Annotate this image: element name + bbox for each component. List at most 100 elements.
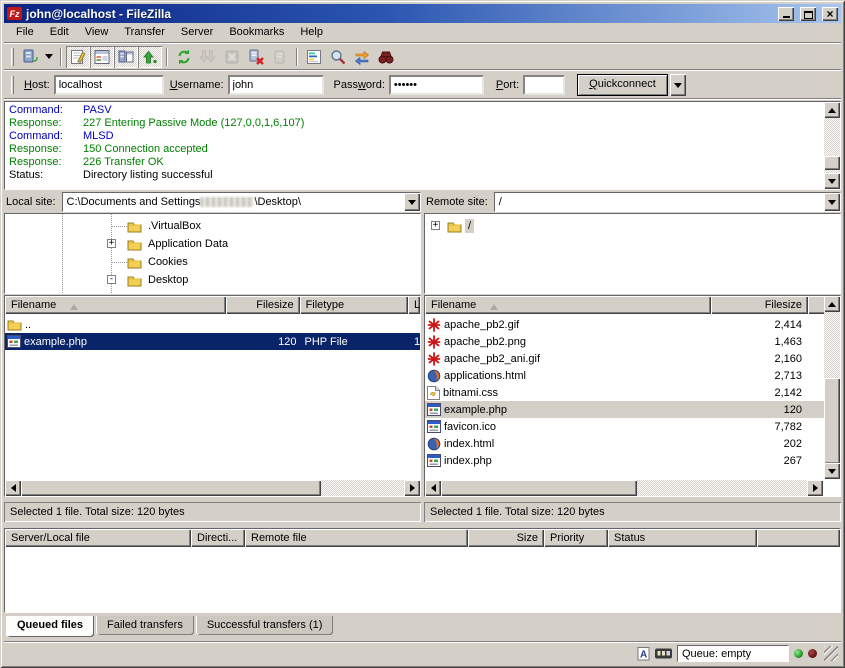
host-input[interactable] — [54, 75, 164, 95]
column-header-filesize[interactable]: Filesize — [711, 296, 808, 314]
toolbar-cancel-button[interactable] — [220, 46, 244, 68]
local-site-combobox[interactable]: C:\Documents and Settings\Desktop\ — [62, 192, 421, 212]
menu-transfer[interactable]: Transfer — [116, 24, 173, 41]
local-directory-tree[interactable]: .VirtualBox+Application DataCookies-Desk… — [4, 213, 421, 294]
menu-file[interactable]: File — [8, 24, 42, 41]
file-row-example-php[interactable]: example.php120PHP File1 — [5, 333, 420, 350]
toolbar-toggle-remote-tree-button[interactable] — [114, 46, 138, 68]
tree-item-virtualbox[interactable]: .VirtualBox — [5, 217, 420, 235]
toolbar-process-queue-button[interactable] — [196, 46, 220, 68]
tab-successful-transfers-1[interactable]: Successful transfers (1) — [196, 616, 334, 635]
maximize-button[interactable] — [800, 7, 816, 21]
scroll-down-button[interactable] — [824, 463, 840, 479]
file-row-example-php[interactable]: example.php120 — [425, 401, 824, 418]
expand-icon[interactable]: + — [107, 239, 116, 248]
speed-limits-icon[interactable] — [655, 648, 672, 659]
queue-body[interactable] — [5, 547, 840, 612]
toolbar-compare-button[interactable] — [326, 46, 350, 68]
log-scrollbar[interactable] — [824, 102, 840, 189]
tree-item-root[interactable]: +/ — [425, 217, 840, 235]
local-file-list[interactable]: FilenameFilesizeFiletypeL ..example.php1… — [4, 295, 421, 497]
remote-list-body[interactable]: apache_pb2.gif2,414apache_pb2.png1,463ap… — [425, 314, 824, 479]
toolbar-sync-browsing-button[interactable] — [350, 46, 374, 68]
expand-icon[interactable]: + — [431, 221, 440, 230]
menu-help[interactable]: Help — [292, 24, 331, 41]
scroll-thumb[interactable] — [441, 480, 637, 496]
file-row-applications-html[interactable]: applications.html2,713 — [425, 367, 824, 384]
local-site-dropdown-button[interactable] — [404, 193, 420, 211]
menu-edit[interactable]: Edit — [42, 24, 77, 41]
menu-bookmarks[interactable]: Bookmarks — [221, 24, 292, 41]
scroll-right-button[interactable] — [807, 480, 823, 496]
toolbar-toggle-queue-button[interactable] — [138, 46, 162, 68]
scroll-thumb[interactable] — [824, 156, 840, 170]
file-row-bitnami-css[interactable]: bitnami.css2,142 — [425, 384, 824, 401]
column-header-filesize[interactable]: Filesize — [226, 296, 300, 314]
port-input[interactable] — [523, 75, 565, 95]
toolbar-grip[interactable] — [11, 48, 14, 66]
password-input[interactable] — [389, 75, 484, 95]
transfer-type-icon[interactable]: A — [637, 646, 650, 661]
local-list-body[interactable]: ..example.php120PHP File1 — [5, 314, 420, 479]
scroll-left-button[interactable] — [5, 480, 21, 496]
column-header-server-local-file[interactable]: Server/Local file — [5, 529, 191, 547]
scroll-thumb[interactable] — [21, 480, 321, 496]
column-header-directi[interactable]: Directi... — [191, 529, 245, 547]
file-row-favicon-ico[interactable]: favicon.ico7,782 — [425, 418, 824, 435]
collapse-icon[interactable]: - — [107, 275, 116, 284]
tree-item-application-data[interactable]: +Application Data — [5, 235, 420, 253]
toolbar-find-files-button[interactable] — [374, 46, 398, 68]
file-row-index-php[interactable]: index.php267 — [425, 452, 824, 469]
column-header-remote-file[interactable]: Remote file — [245, 529, 468, 547]
remote-list-vscrollbar[interactable] — [824, 296, 840, 479]
column-header-filetype[interactable]: Filetype — [300, 296, 408, 314]
minimize-button[interactable] — [778, 7, 794, 21]
quickconnect-dropdown-button[interactable] — [670, 74, 686, 96]
close-button[interactable]: × — [822, 7, 838, 21]
file-row-item[interactable]: .. — [5, 316, 420, 333]
scroll-up-button[interactable] — [824, 102, 840, 118]
remote-file-list[interactable]: FilenameFilesize apache_pb2.gif2,414apac… — [424, 295, 841, 497]
remote-site-dropdown-button[interactable] — [824, 193, 840, 211]
scroll-right-button[interactable] — [404, 480, 420, 496]
local-list-hscrollbar[interactable] — [5, 480, 420, 496]
file-row-apache-pb2-gif[interactable]: apache_pb2.gif2,414 — [425, 316, 824, 333]
filezilla-logo-icon[interactable]: Fz — [7, 7, 22, 20]
toolbar-reconnect-button[interactable] — [268, 46, 292, 68]
tree-item-desktop[interactable]: -Desktop — [5, 271, 420, 289]
column-header-filename[interactable]: Filename — [425, 296, 711, 314]
scroll-left-button[interactable] — [425, 480, 441, 496]
toolbar-grip[interactable] — [11, 76, 14, 94]
tree-item-cookies[interactable]: Cookies — [5, 253, 420, 271]
remote-list-hscrollbar[interactable] — [425, 480, 823, 496]
file-row-index-html[interactable]: index.html202 — [425, 435, 824, 452]
remote-directory-tree[interactable]: +/ — [424, 213, 841, 294]
toolbar-refresh-button[interactable] — [172, 46, 196, 68]
tab-failed-transfers[interactable]: Failed transfers — [96, 616, 194, 635]
file-row-apache-pb2-png[interactable]: apache_pb2.png1,463 — [425, 333, 824, 350]
column-header-l[interactable]: L — [408, 296, 420, 314]
toolbar-site-manager-button[interactable] — [18, 46, 42, 68]
column-header-priority[interactable]: Priority — [544, 529, 608, 547]
menu-server[interactable]: Server — [173, 24, 221, 41]
resize-grip[interactable] — [824, 646, 838, 661]
file-row-apache-pb2-ani-gif[interactable]: apache_pb2_ani.gif2,160 — [425, 350, 824, 367]
scroll-thumb[interactable] — [824, 378, 840, 464]
column-header-status[interactable]: Status — [608, 529, 757, 547]
arrow-up-icon — [828, 104, 836, 113]
quickconnect-button[interactable]: Quickconnect — [577, 74, 668, 96]
toolbar-toggle-log-button[interactable] — [66, 46, 90, 68]
toolbar-filter-button[interactable] — [302, 46, 326, 68]
column-header-size[interactable]: Size — [468, 529, 544, 547]
toolbar-site-manager-dropdown-button[interactable] — [42, 46, 56, 68]
toolbar-disconnect-button[interactable] — [244, 46, 268, 68]
toolbar-toggle-local-tree-button[interactable] — [90, 46, 114, 68]
username-input[interactable] — [228, 75, 324, 95]
scroll-down-button[interactable] — [824, 173, 840, 189]
remote-site-combobox[interactable]: / — [494, 192, 841, 212]
css-icon — [427, 386, 440, 400]
column-header-filename[interactable]: Filename — [5, 296, 226, 314]
tab-queued-files[interactable]: Queued files — [6, 616, 94, 637]
scroll-up-button[interactable] — [824, 296, 840, 312]
menu-view[interactable]: View — [77, 24, 117, 41]
